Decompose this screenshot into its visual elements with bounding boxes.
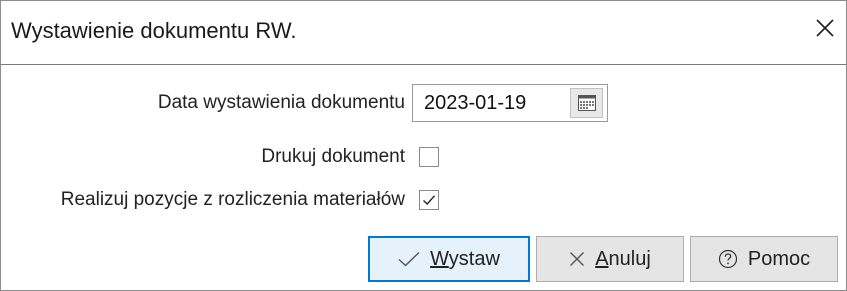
check-icon [398, 251, 420, 267]
close-icon [569, 251, 585, 267]
help-circle-icon [718, 249, 738, 269]
realize-label: Realizuj pozycje z rozliczenia materiałó… [60, 189, 405, 210]
issue-label: Wystaw [430, 247, 500, 270]
date-label: Data wystawienia dokumentu [157, 92, 405, 113]
dialog-window: Wystawienie dokumentu RW. Data wystawien… [0, 0, 847, 291]
window-title: Wystawienie dokumentu RW. [11, 18, 297, 43]
issue-button[interactable]: Wystaw [368, 236, 530, 282]
date-picker-button[interactable] [570, 88, 603, 118]
print-checkbox[interactable] [419, 147, 439, 167]
date-value[interactable]: 2023-01-19 [424, 92, 526, 115]
date-field[interactable]: 2023-01-19 [412, 84, 608, 122]
close-button[interactable] [810, 13, 840, 43]
help-label: Pomoc [747, 247, 811, 270]
realize-checkbox[interactable] [419, 190, 439, 210]
print-label: Drukuj dokument [261, 146, 405, 167]
cancel-label: Anuluj [595, 247, 651, 270]
cancel-button[interactable]: Anuluj [536, 236, 684, 282]
help-button[interactable]: Pomoc [690, 236, 838, 282]
close-icon [810, 13, 840, 43]
title-bar: Wystawienie dokumentu RW. [1, 1, 846, 65]
